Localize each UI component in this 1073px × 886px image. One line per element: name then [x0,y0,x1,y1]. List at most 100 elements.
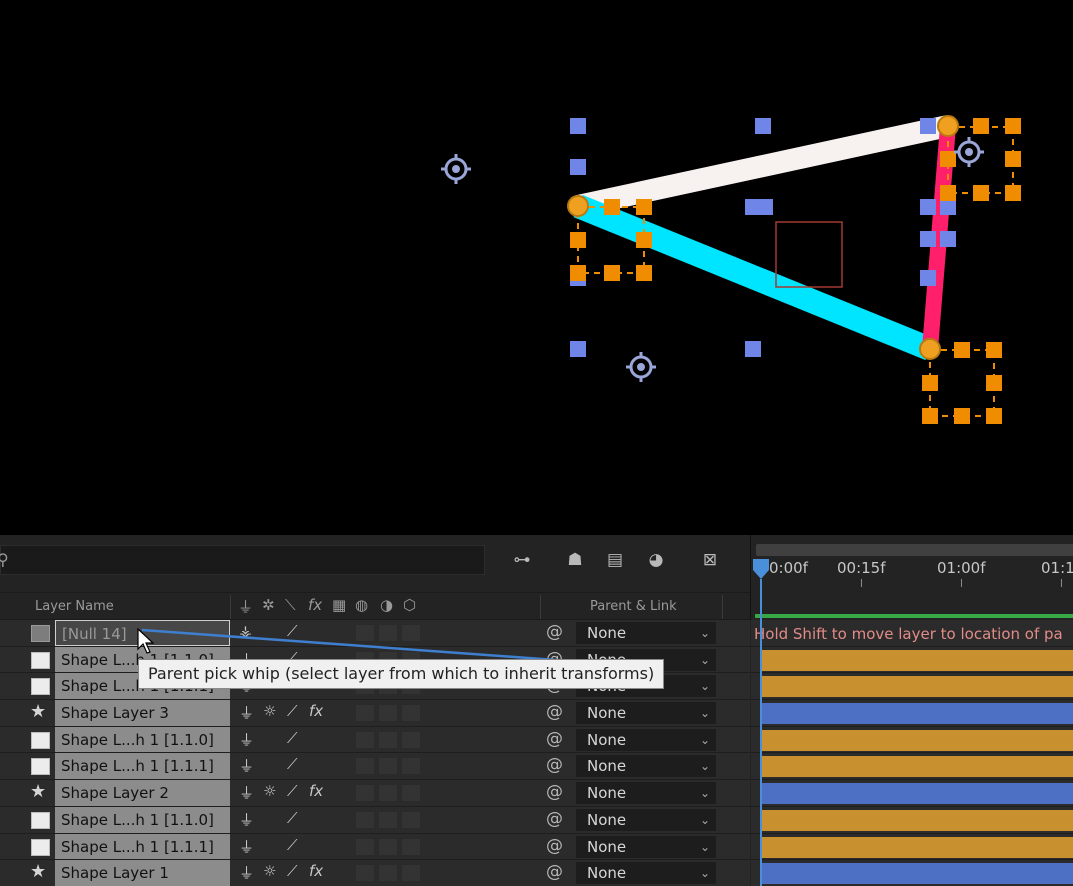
switch-slot[interactable] [401,810,421,829]
parent-link-header[interactable]: Parent & Link [590,599,677,614]
shy-switch-icon[interactable]: ⏚ [239,702,254,723]
collapse-switch-icon[interactable]: ☼ [263,782,276,800]
shy-switch-icon[interactable]: ⏚ [239,809,254,830]
layer-name[interactable]: Shape L...h 1 [1.1.0] [55,806,230,833]
quality-switch-icon[interactable]: ⟋ [287,729,298,747]
parent-dropdown[interactable]: None ⌄ [576,862,716,885]
layer-duration-bar[interactable] [761,836,1073,858]
time-ruler[interactable]: 0:00f 00:15f 01:00f 01:1 [750,535,1073,620]
switch-slot[interactable] [378,837,398,856]
label-color-swatch[interactable] [31,838,50,856]
parent-dropdown[interactable]: None ⌄ [576,782,716,805]
parent-dropdown[interactable]: None ⌄ [576,622,716,644]
quality-switch-icon[interactable]: ⟋ [287,755,298,773]
switch-slot[interactable] [355,784,375,803]
effects-switch-icon[interactable]: fx [309,782,323,800]
layer-row[interactable]: Shape L...h 1 [1.1.0] ⏚ ⟋ @ None⌄ [0,806,750,834]
shy-switch-icon[interactable]: ⏚ [239,782,254,803]
effects-switch-icon[interactable]: fx [309,702,323,720]
frame-blending-icon[interactable]: ▤ [601,547,629,573]
label-color-swatch[interactable] [31,731,50,749]
quality-switch-icon[interactable]: ⟋ [287,809,298,827]
layer-duration-bar[interactable] [761,809,1073,831]
quality-switch-icon[interactable]: ⟋ [287,702,298,720]
pick-whip-icon[interactable]: @ [546,729,563,749]
layer-name[interactable]: Shape L...h 1 [1.1.1] [55,833,230,860]
layer-duration-bar[interactable] [761,729,1073,751]
switch-slot[interactable] [401,730,421,749]
switch-slot[interactable] [401,624,421,642]
switch-slot[interactable] [378,864,398,883]
composition-viewer[interactable] [0,0,1073,535]
switch-slot[interactable] [378,730,398,749]
quality-switch-icon[interactable]: ⟋ [287,622,298,640]
switch-slot[interactable] [355,837,375,856]
switch-slot[interactable] [401,864,421,883]
layer-duration-bar[interactable] [761,863,1073,885]
layer-name[interactable]: Shape Layer 2 [55,780,230,806]
motion-blur-icon[interactable]: ◕ [642,547,670,573]
composition-canvas[interactable] [0,0,1073,535]
switch-slot[interactable] [378,704,398,723]
layer-row[interactable]: Shape L...h 1 [1.1.1]⏚⟋@None⌄ [0,833,750,861]
shy-switch-icon[interactable]: ⏚ [239,755,254,776]
graph-editor-icon[interactable]: ⊠ [696,547,724,573]
switch-slot[interactable] [355,864,375,883]
parent-dropdown[interactable]: None ⌄ [576,835,716,858]
shy-switch-icon[interactable]: ⚶ [239,622,252,640]
parent-dropdown[interactable]: None ⌄ [576,808,716,831]
collapse-switch-icon[interactable]: ☼ [263,862,276,880]
work-area-bar[interactable] [755,614,1073,618]
collapse-switch-icon[interactable]: ☼ [263,702,276,720]
layer-duration-bar[interactable] [761,703,1073,725]
pick-whip-icon[interactable]: @ [546,782,563,802]
switch-slot[interactable] [355,757,375,776]
pick-whip-icon[interactable]: @ [546,755,563,775]
label-color-swatch[interactable] [31,811,50,829]
layer-duration-bar[interactable] [761,649,1073,671]
time-navigator[interactable] [756,544,1073,556]
switch-slot[interactable] [355,810,375,829]
shy-switch-icon[interactable]: ⏚ [239,729,254,750]
switch-slot[interactable] [401,757,421,776]
layer-duration-bar[interactable] [761,676,1073,698]
layer-name[interactable]: Shape L...h 1 [1.1.1] [55,753,230,780]
search-input[interactable]: ⚲ [0,545,485,575]
shy-switch-icon[interactable]: ⏚ [239,862,254,883]
pick-whip-icon[interactable]: @ [546,836,563,856]
layer-row[interactable]: Shape L...h 1 [1.1.0]⏚⟋@None⌄ [0,726,750,754]
label-color-swatch[interactable] [31,651,50,669]
pick-whip-icon[interactable]: @ [546,702,563,722]
pick-whip-icon[interactable]: @ [546,809,563,829]
layer-name-header[interactable]: Layer Name [35,599,114,614]
layer-name[interactable]: Shape Layer 3 [55,700,230,726]
label-color-swatch[interactable] [31,758,50,776]
label-color-swatch[interactable] [31,625,50,642]
layer-name[interactable]: Shape Layer 1 [55,860,230,886]
switch-slot[interactable] [401,784,421,803]
layer-name[interactable]: Shape L...h 1 [1.1.0] [55,726,230,753]
quality-switch-icon[interactable]: ⟋ [287,836,298,854]
layer-row[interactable]: [Null 14] ⚶ ⟋ @ None ⌄ [0,620,750,647]
layer-duration-bar[interactable] [761,783,1073,805]
layer-row[interactable]: ★ Shape Layer 2 ⏚ ☼ ⟋ fx @ None ⌄ [0,780,750,807]
layer-row[interactable]: ★ Shape Layer 1 ⏚ ☼ ⟋ fx @ None ⌄ [0,860,750,886]
layer-row[interactable]: ★ Shape Layer 3 ⏚ ☼ ⟋ fx @ None ⌄ [0,700,750,727]
switch-slot[interactable] [378,784,398,803]
shy-layers-icon[interactable]: ☗ [561,547,589,573]
switch-slot[interactable] [378,624,398,642]
switch-slot[interactable] [355,730,375,749]
layer-duration-bar[interactable] [761,756,1073,778]
switch-slot[interactable] [378,810,398,829]
switch-slot[interactable] [355,624,375,642]
shape-layer-icon[interactable]: ★ [30,703,49,721]
quality-switch-icon[interactable]: ⟋ [287,782,298,800]
shape-layer-icon[interactable]: ★ [30,863,49,881]
parent-dropdown[interactable]: None ⌄ [576,755,716,778]
shape-layer-icon[interactable]: ★ [30,783,49,801]
switch-slot[interactable] [401,837,421,856]
pick-whip-icon[interactable]: @ [546,862,563,882]
pick-whip-icon[interactable]: @ [546,622,563,642]
switch-slot[interactable] [401,704,421,723]
switch-slot[interactable] [378,757,398,776]
